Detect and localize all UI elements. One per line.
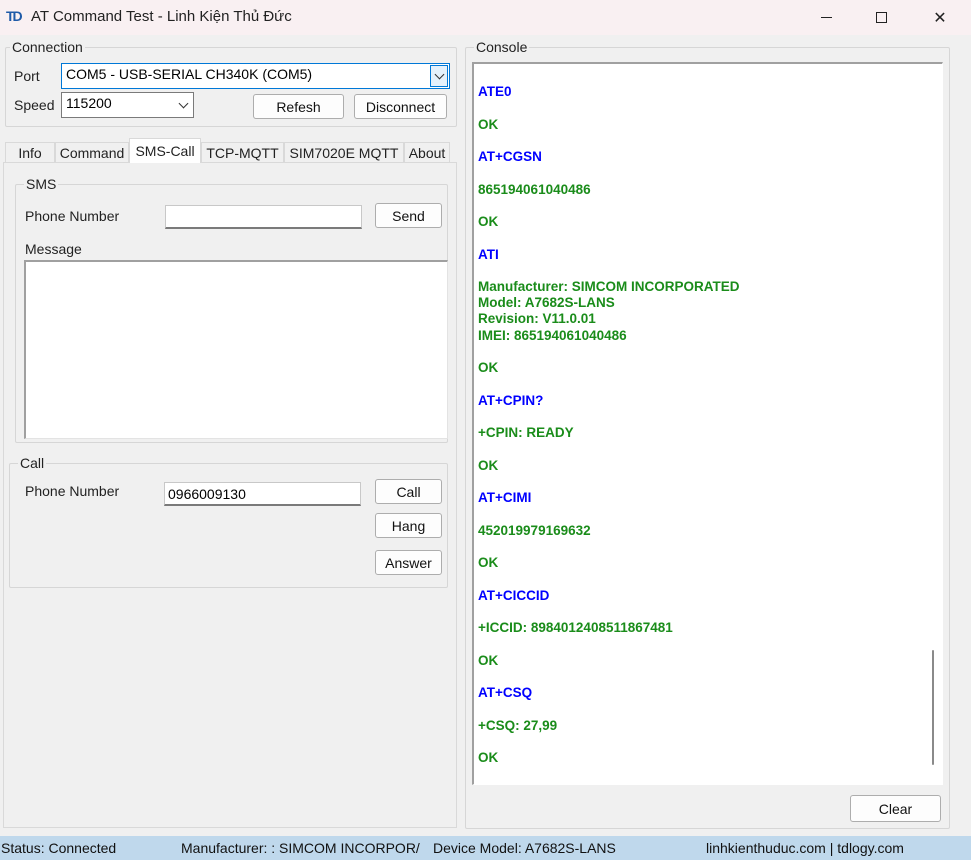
console-line: 865194061040486 xyxy=(478,181,591,197)
send-button[interactable]: Send xyxy=(375,203,442,228)
speed-label: Speed xyxy=(14,97,55,113)
answer-button[interactable]: Answer xyxy=(375,550,442,575)
status-text: Status: Connected xyxy=(1,840,117,856)
tab-sim7020e-mqtt[interactable]: SIM7020E MQTT xyxy=(284,142,404,163)
hang-button[interactable]: Hang xyxy=(375,513,442,538)
console-line: OK xyxy=(478,360,499,376)
console-line: OK xyxy=(478,555,499,571)
sms-phone-label: Phone Number xyxy=(25,208,120,224)
console-output[interactable]: ATE0 OK AT+CGSN 865194061040486 OK ATI Manufac… xyxy=(472,62,943,785)
console-line: OK xyxy=(478,457,499,473)
console-line: AT+CPIN? xyxy=(478,392,544,408)
port-select[interactable]: COM5 - USB-SERIAL CH340K (COM5) xyxy=(61,63,450,89)
chevron-down-icon xyxy=(434,69,444,79)
clear-button[interactable]: Clear xyxy=(850,795,941,822)
call-phone-label: Phone Number xyxy=(25,483,120,499)
console-line: OK xyxy=(478,214,499,229)
message-textarea[interactable] xyxy=(24,260,448,439)
app-logo-icon: TD xyxy=(6,8,23,24)
console-line: Model: A7682S-LANS xyxy=(478,295,615,311)
tab-tcp-mqtt[interactable]: TCP-MQTT xyxy=(201,142,284,163)
title-bar: TD AT Command Test - Linh Kiện Thủ Đức ✕ xyxy=(0,0,971,35)
console-line: Manufacturer: SIMCOM INCORPORATED xyxy=(478,279,740,294)
tab-about[interactable]: About xyxy=(404,142,450,163)
port-label: Port xyxy=(14,68,40,84)
window-title: AT Command Test - Linh Kiện Thủ Đức xyxy=(31,8,292,25)
console-scrollbar[interactable] xyxy=(926,64,940,783)
manufacturer-status: Manufacturer: : SIMCOM INCORPOR/ xyxy=(181,840,420,856)
console-line: +CSQ: 27,99 xyxy=(478,717,558,733)
maximize-icon xyxy=(875,12,887,23)
sms-legend: SMS xyxy=(24,176,59,192)
port-dropdown-button[interactable] xyxy=(430,65,448,87)
console-line: IMEI: 865194061040486 xyxy=(478,327,627,343)
console-line: +ICCID: 8984012408511867481 xyxy=(478,620,673,636)
chevron-down-icon xyxy=(178,98,188,108)
refresh-button[interactable]: Refesh xyxy=(253,94,344,119)
close-button[interactable]: ✕ xyxy=(917,0,963,35)
tab-command[interactable]: Command xyxy=(55,142,129,163)
console-line: AT+CGSN xyxy=(478,149,542,164)
website-status: linhkienthuduc.com | tdlogy.com xyxy=(706,840,904,856)
speed-select-value: 115200 xyxy=(66,95,112,111)
console-line: +CPIN: READY xyxy=(478,425,574,441)
disconnect-button[interactable]: Disconnect xyxy=(354,94,447,119)
message-label: Message xyxy=(25,241,82,257)
console-line: AT+CIMI xyxy=(478,490,532,506)
call-button[interactable]: Call xyxy=(375,479,442,504)
console-line: Revision: V11.0.01 xyxy=(478,311,596,327)
call-phone-input[interactable]: 0966009130 xyxy=(164,482,361,506)
console-line: ATE0 xyxy=(478,84,512,99)
speed-dropdown-button[interactable] xyxy=(174,94,192,116)
console-line: OK xyxy=(478,652,499,668)
console-line: OK xyxy=(478,750,499,766)
console-line: OK xyxy=(478,116,499,132)
console-line: ATI xyxy=(478,246,499,262)
port-select-value: COM5 - USB-SERIAL CH340K (COM5) xyxy=(66,66,313,82)
maximize-button[interactable] xyxy=(858,0,904,35)
console-line: AT+CSQ xyxy=(478,685,533,701)
minimize-button[interactable] xyxy=(803,0,849,35)
speed-select[interactable]: 115200 xyxy=(61,92,194,118)
call-legend: Call xyxy=(18,455,47,471)
console-line: AT+CICCID xyxy=(478,587,550,603)
scrollbar-thumb[interactable] xyxy=(932,650,934,765)
device-model-status: Device Model: A7682S-LANS xyxy=(433,840,616,856)
close-icon: ✕ xyxy=(933,9,947,27)
tab-sms-call[interactable]: SMS-Call xyxy=(129,138,201,163)
minimize-icon xyxy=(820,17,832,18)
console-line: 452019979169632 xyxy=(478,522,591,538)
console-legend: Console xyxy=(474,39,530,55)
status-bar: Status: Connected Manufacturer: : SIMCOM… xyxy=(0,836,971,860)
sms-phone-input[interactable] xyxy=(165,205,362,229)
tab-info[interactable]: Info xyxy=(5,142,55,163)
connection-legend: Connection xyxy=(10,39,85,55)
